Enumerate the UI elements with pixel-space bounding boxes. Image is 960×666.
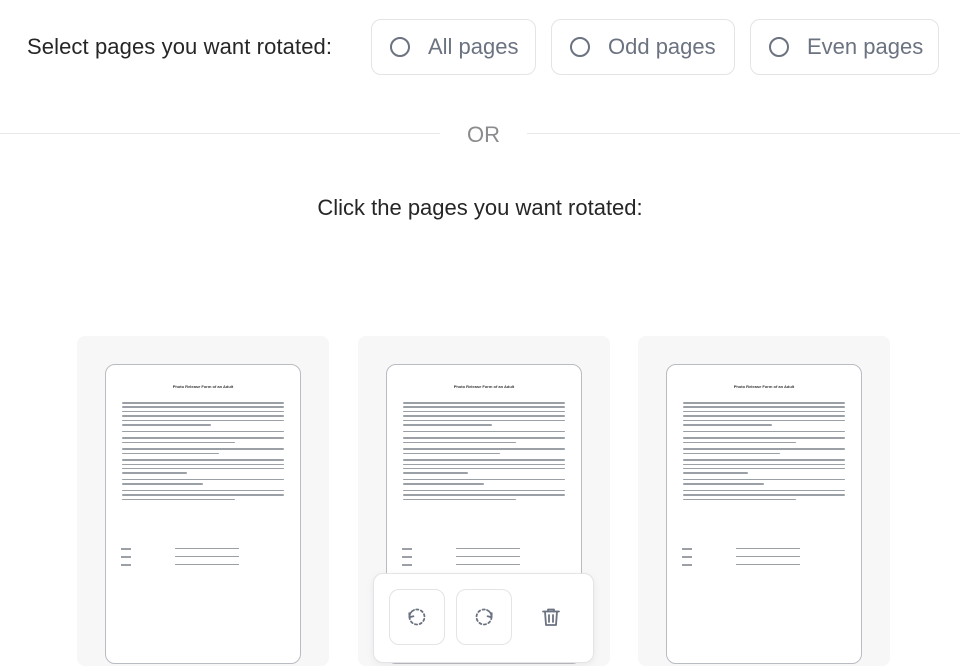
- thumbnail-text-line: [403, 452, 501, 455]
- page-actions-toolbar: [373, 573, 594, 663]
- thumbnail-text-line: [122, 494, 284, 496]
- thumbnail-text-line: [403, 478, 565, 481]
- even-pages-option[interactable]: Even pages: [750, 19, 939, 75]
- page-card-3[interactable]: Photo Release Form of an Adult: [638, 336, 890, 666]
- thumbnail-text-line: [403, 494, 565, 496]
- thumbnail-text-line: [122, 478, 284, 481]
- trash-icon: [542, 608, 560, 626]
- thumbnail-text-line: [403, 423, 493, 426]
- thumbnail-text-line: [403, 463, 565, 466]
- rotate-left-button[interactable]: [389, 589, 445, 645]
- thumbnail-text-line: [403, 415, 565, 417]
- thumbnail-text-line: [683, 452, 781, 455]
- thumbnail-text-line: [683, 419, 845, 422]
- thumbnail-text-line: [403, 459, 565, 461]
- thumbnail-text-line: [122, 406, 284, 408]
- delete-page-button[interactable]: [523, 589, 579, 645]
- thumbnail-title: Photo Release Form of an Adult: [172, 384, 234, 389]
- page-thumbnail: Photo Release Form of an Adult: [666, 364, 862, 664]
- thumbnail-text-line: [403, 430, 565, 433]
- thumbnail-text-line: [683, 467, 845, 470]
- thumbnail-body: [122, 402, 284, 503]
- thumbnail-text-line: [403, 402, 565, 404]
- thumbnail-body: [683, 402, 845, 503]
- thumbnail-title: Photo Release Form of an Adult: [453, 384, 515, 389]
- thumbnail-text-line: [122, 459, 284, 461]
- thumbnail-text-line: [122, 430, 284, 433]
- thumbnail-text-line: [403, 437, 565, 439]
- thumbnail-text-line: [683, 459, 845, 461]
- thumbnail-text-line: [122, 437, 284, 439]
- click-pages-label: Click the pages you want rotated:: [317, 195, 643, 220]
- thumbnail-text-line: [403, 483, 484, 485]
- thumbnail-text-line: [683, 498, 797, 501]
- thumbnail-text-line: [122, 419, 284, 422]
- thumbnail-text-line: [403, 498, 517, 501]
- thumbnail-text-line: [683, 463, 845, 466]
- thumbnail-text-line: [122, 498, 236, 501]
- thumbnail-signature-line: [402, 556, 521, 574]
- thumbnail-text-line: [122, 472, 187, 474]
- thumbnail-text-line: [683, 448, 845, 450]
- thumbnail-text-line: [122, 467, 284, 470]
- thumbnail-text-line: [122, 410, 284, 413]
- thumbnail-text-line: [403, 448, 565, 450]
- thumbnail-text-line: [403, 441, 517, 444]
- odd-pages-radio[interactable]: [570, 37, 590, 57]
- all-pages-label: All pages: [428, 34, 519, 59]
- thumbnail-text-line: [403, 410, 565, 413]
- thumbnail-text-line: [683, 423, 773, 426]
- thumbnail-text-line: [683, 489, 845, 492]
- thumbnail-text-line: [122, 452, 220, 455]
- thumbnail-text-line: [122, 489, 284, 492]
- page-thumbnail: Photo Release Form of an Adult: [105, 364, 301, 664]
- all-pages-radio[interactable]: [390, 37, 410, 57]
- thumbnail-text-line: [683, 483, 764, 485]
- divider-line-right: [527, 133, 960, 134]
- odd-pages-label: Odd pages: [608, 34, 716, 59]
- thumbnail-text-line: [403, 406, 565, 408]
- thumbnail-text-line: [403, 472, 468, 474]
- thumbnail-text-line: [683, 472, 748, 474]
- thumbnail-signature-line: [121, 556, 240, 574]
- odd-pages-option[interactable]: Odd pages: [551, 19, 735, 75]
- thumbnail-text-line: [403, 419, 565, 422]
- select-pages-label: Select pages you want rotated:: [27, 34, 333, 59]
- thumbnail-text-line: [403, 489, 565, 492]
- even-pages-radio[interactable]: [769, 37, 789, 57]
- thumbnail-text-line: [683, 441, 797, 444]
- rotate-right-button[interactable]: [456, 589, 512, 645]
- thumbnail-text-line: [122, 423, 212, 426]
- all-pages-option[interactable]: All pages: [371, 19, 536, 75]
- thumbnail-text-line: [122, 463, 284, 466]
- thumbnail-signature-line: [682, 556, 801, 574]
- or-divider-label: OR: [467, 122, 500, 147]
- thumbnail-text-line: [683, 437, 845, 439]
- thumbnail-text-line: [683, 410, 845, 413]
- even-pages-label: Even pages: [807, 34, 924, 59]
- thumbnail-text-line: [122, 402, 284, 404]
- page-card-1[interactable]: Photo Release Form of an Adult: [77, 336, 329, 666]
- thumbnail-text-line: [122, 448, 284, 450]
- thumbnail-title: Photo Release Form of an Adult: [733, 384, 795, 389]
- thumbnail-text-line: [683, 430, 845, 433]
- thumbnail-text-line: [122, 415, 284, 417]
- rotate-clockwise-icon: [475, 608, 493, 626]
- thumbnail-body: [403, 402, 565, 503]
- thumbnail-text-line: [122, 441, 236, 444]
- thumbnail-text-line: [683, 494, 845, 496]
- thumbnail-text-line: [122, 483, 203, 485]
- select-pages-row: Select pages you want rotated: All pages…: [0, 0, 960, 96]
- thumbnail-text-line: [683, 406, 845, 408]
- thumbnail-text-line: [403, 467, 565, 470]
- rotate-counterclockwise-icon: [408, 608, 426, 626]
- thumbnail-text-line: [683, 478, 845, 481]
- thumbnail-text-line: [683, 402, 845, 404]
- thumbnail-text-line: [683, 415, 845, 417]
- divider-line-left: [0, 133, 440, 134]
